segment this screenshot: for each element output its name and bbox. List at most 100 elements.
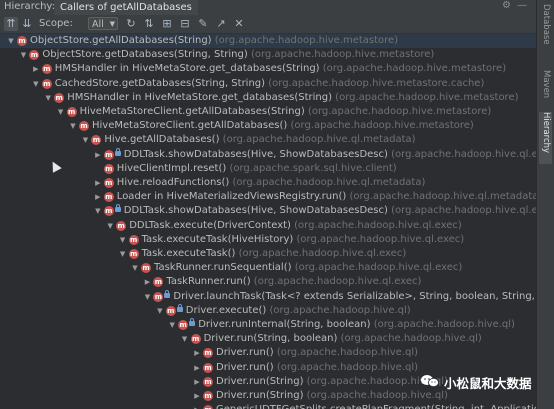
sort-alphabetically-icon[interactable]: ⇅ (142, 17, 156, 31)
package-name: (org.apache.hadoop.hive.metastore) (335, 91, 519, 103)
tree-row-label: HiveMetaStoreClient.getAllDatabases() (o… (92, 119, 474, 133)
tree-row[interactable]: ▼ HiveMetaStoreClient.getAllDatabases(Str… (0, 105, 537, 119)
caller-hierarchy-icon[interactable]: ⇈ (4, 17, 18, 31)
tree-row[interactable]: ▶ Driver.run() (org.apache.hadoop.hive.ql… (0, 346, 537, 360)
tree-row[interactable]: ▼ Driver.run(String, boolean) (org.apache… (0, 332, 537, 346)
method-name: Driver.run() (216, 347, 274, 359)
method-icon (103, 163, 114, 174)
chevron-down-icon[interactable]: ▼ (118, 233, 128, 247)
method-name: GenericUDTFGetSplits.createPlanFragment(… (216, 404, 537, 409)
chevron-down-icon[interactable]: ▼ (142, 290, 152, 304)
package-name: (org.apache.hadoop.hive.ql) (276, 347, 419, 359)
tree-row[interactable]: ▼ Task.executeTask() (org.apache.hadoop.h… (0, 247, 537, 261)
chevron-right-icon[interactable]: ▶ (142, 275, 152, 289)
chevron-down-icon[interactable]: ▼ (68, 119, 78, 133)
method-name: Driver.launchTask(Task<? extends Seriali… (173, 290, 537, 302)
chevron-right-icon[interactable]: ▶ (192, 403, 202, 409)
package-name: (org.apache.spark.sql.hive.client) (229, 162, 397, 174)
settings-icon[interactable]: ⚙ (502, 0, 517, 11)
tree-row[interactable]: ▼ DDLTask.showDatabases(Hive, ShowDatabas… (0, 204, 537, 218)
tree-row[interactable]: ▶ Hive.reloadFunctions() (org.apache.hado… (0, 176, 537, 190)
chevron-down-icon[interactable]: ▼ (31, 77, 41, 91)
method-name: HiveMetaStoreClient.getAllDatabases() (92, 120, 288, 132)
tree-row[interactable]: ▼ ObjectStore.getDatabases(String, String… (0, 48, 537, 62)
chevron-down-icon[interactable]: ▼ (93, 204, 103, 218)
chevron-down-icon[interactable]: ▼ (18, 48, 28, 62)
tree-row[interactable]: ▼ Hive.getAllDatabases() (org.apache.hado… (0, 133, 537, 147)
method-icon (66, 107, 77, 117)
chevron-down-icon[interactable]: ▼ (180, 332, 190, 346)
chevron-right-icon[interactable]: ▶ (192, 389, 202, 403)
callee-hierarchy-icon[interactable]: ⇊ (20, 17, 34, 31)
chevron-down-icon[interactable]: ▼ (56, 105, 66, 119)
chevron-down-icon[interactable]: ▼ (80, 133, 90, 147)
pin-icon[interactable]: ✎ (196, 17, 210, 31)
chevron-right-icon[interactable]: ▶ (93, 190, 103, 204)
method-icon (103, 178, 114, 188)
tree-row-label: Task.executeTask(HiveHistory) (org.apach… (142, 233, 465, 247)
refresh-icon[interactable]: ↻ (124, 17, 138, 31)
tree-row[interactable]: ▼ CachedStore.getDatabases(String, String… (0, 77, 537, 91)
method-icon (203, 362, 213, 373)
method-icon (41, 64, 52, 75)
method-icon (203, 391, 213, 401)
tree-row[interactable]: ▼ Driver.execute() (org.apache.hadoop.hiv… (0, 303, 537, 318)
tree-row[interactable]: ▼ TaskRunner.runSequential() (org.apache.… (0, 261, 537, 275)
chevron-down-icon[interactable]: ▼ (118, 247, 128, 261)
package-name: (org.apache.hadoop.hive.ql.metadata) (349, 191, 537, 203)
chevron-down-icon: ▼ (109, 20, 115, 28)
maven-tool-tab[interactable]: Maven (539, 70, 552, 106)
method-icon (17, 36, 27, 46)
chevron-right-icon[interactable]: ▶ (192, 346, 202, 360)
tree-row[interactable]: ▼ HiveMetaStoreClient.getAllDatabases() (… (0, 119, 537, 133)
tree-row[interactable]: HiveClientImpl.reset() (org.apache.spark… (0, 162, 537, 176)
tree-row[interactable]: ▶ TaskRunner.run() (org.apache.hadoop.hiv… (0, 275, 537, 289)
minimize-icon[interactable]: — (517, 0, 533, 11)
package-name: (org.apache.hadoop.hive.ql.metadata) (222, 134, 416, 146)
expand-all-icon[interactable]: ⊞ (160, 17, 174, 31)
package-name: (org.apache.hadoop.hive.ql) (306, 390, 448, 401)
method-name: ObjectStore.getAllDatabases(String) (30, 35, 212, 46)
chevron-down-icon[interactable]: ▼ (105, 219, 115, 233)
package-name: (org.apache.hadoop.hive.metastore) (290, 120, 474, 132)
tree-row[interactable]: ▼ Task.executeTask(HiveHistory) (org.apac… (0, 233, 537, 247)
chevron-down-icon[interactable]: ▼ (43, 91, 53, 105)
tree-row[interactable]: ▼ DDLTask.execute(DriverContext) (org.apa… (0, 219, 537, 233)
tree-row-label: HiveClientImpl.reset() (org.apache.spark… (117, 162, 397, 176)
chevron-down-icon[interactable]: ▼ (167, 318, 177, 332)
tree-row[interactable]: ▶ Loader in HiveMaterializedViewsRegistry… (0, 190, 537, 204)
chevron-down-icon[interactable]: ▼ (6, 34, 16, 48)
tree-row-label: DDLTask.execute(DriverContext) (org.apac… (129, 219, 462, 233)
database-tool-tab[interactable]: Database (539, 4, 552, 56)
method-name: HMSHandler in HiveMetaStore.get_database… (54, 63, 320, 75)
method-name: Hive.getAllDatabases() (104, 134, 220, 146)
tree-row[interactable]: ▼ HMSHandler in HiveMetaStore.get_databas… (0, 91, 537, 105)
scope-select[interactable]: All ▼ (88, 17, 118, 30)
chevron-down-icon[interactable]: ▼ (155, 304, 165, 318)
tree-row-label: Driver.run(String) (org.apache.hadoop.hi… (216, 389, 448, 403)
chevron-right-icon[interactable]: ▶ (192, 375, 202, 389)
chevron-right-icon[interactable]: ▶ (192, 361, 202, 375)
method-name: TaskRunner.run() (166, 276, 251, 288)
export-icon[interactable]: ↗ (214, 17, 228, 31)
tree-row[interactable]: ▶ HMSHandler in HiveMetaStore.get_databas… (0, 62, 537, 76)
tree-row[interactable]: ▶ DDLTask.showDatabases(Hive, ShowDatabas… (0, 147, 537, 162)
tree-row[interactable]: ▼ Driver.launchTask(Task<? extends Serial… (0, 289, 537, 304)
chevron-right-icon[interactable]: ▶ (31, 62, 41, 76)
tree-row[interactable]: ▼ ObjectStore.getAllDatabases(String) (or… (0, 34, 537, 48)
close-icon[interactable]: ✕ (232, 17, 246, 31)
right-tool-window-bar: Database Maven Hierarchy (536, 0, 554, 409)
tree-row[interactable]: ▼ Driver.runInternal(String, boolean) (or… (0, 318, 537, 332)
collapse-all-icon[interactable]: ⊟ (178, 17, 192, 31)
lock-icon (176, 303, 183, 312)
tree-row[interactable]: ▶ GenericUDTFGetSplits.createPlanFragment… (0, 403, 537, 409)
chevron-right-icon[interactable]: ▶ (93, 176, 103, 190)
tree-row-label: Driver.run() (org.apache.hadoop.hive.ql) (216, 361, 418, 375)
tree-row-label: Task.executeTask() (org.apache.hadoop.hi… (142, 247, 407, 261)
method-icon (103, 206, 114, 217)
hierarchy-tool-tab[interactable]: Hierarchy (539, 112, 552, 164)
tree-row-label: Hive.reloadFunctions() (org.apache.hadoo… (117, 176, 426, 190)
chevron-right-icon[interactable]: ▶ (93, 148, 103, 162)
chevron-down-icon[interactable]: ▼ (130, 261, 140, 275)
tree-row-label: CachedStore.getDatabases(String, String)… (55, 77, 485, 91)
